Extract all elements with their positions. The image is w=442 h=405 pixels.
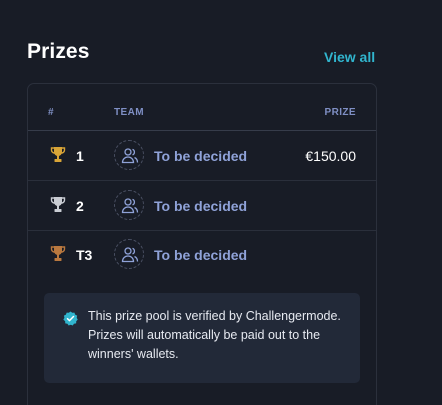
prize-pool-notice: This prize pool is verified by Challenge… (44, 293, 360, 383)
prizes-widget: Prizes View all # TEAM PRIZE 1 To be dec… (0, 0, 442, 405)
team-avatar (114, 239, 144, 269)
users-icon (121, 148, 139, 164)
team-name[interactable]: To be decided (154, 148, 247, 164)
prizes-panel: # TEAM PRIZE 1 To be decided €150.00 2 T… (27, 83, 377, 405)
gold-trophy-icon (50, 147, 66, 162)
view-all-link[interactable]: View all (324, 49, 375, 65)
notice-text: This prize pool is verified by Challenge… (88, 309, 341, 361)
prize-amount: €150.00 (305, 148, 356, 164)
verified-badge-icon (63, 311, 78, 326)
column-header-team: TEAM (114, 107, 144, 118)
users-icon (121, 198, 139, 214)
bronze-trophy-icon (50, 246, 66, 261)
table-row: T3 To be decided (28, 230, 376, 279)
table-row: 1 To be decided €150.00 (28, 131, 376, 181)
rank-label: 2 (76, 198, 84, 214)
column-header-rank: # (48, 107, 54, 118)
prizes-title: Prizes (27, 40, 90, 63)
team-name[interactable]: To be decided (154, 198, 247, 214)
table-row: 2 To be decided (28, 181, 376, 231)
rank-label: T3 (76, 247, 93, 263)
table-header: # TEAM PRIZE (28, 84, 376, 131)
team-avatar (114, 190, 144, 220)
users-icon (121, 247, 139, 263)
rank-label: 1 (76, 148, 84, 164)
column-header-prize: PRIZE (324, 107, 356, 118)
silver-trophy-icon (50, 197, 66, 212)
team-avatar (114, 140, 144, 170)
team-name[interactable]: To be decided (154, 247, 247, 263)
